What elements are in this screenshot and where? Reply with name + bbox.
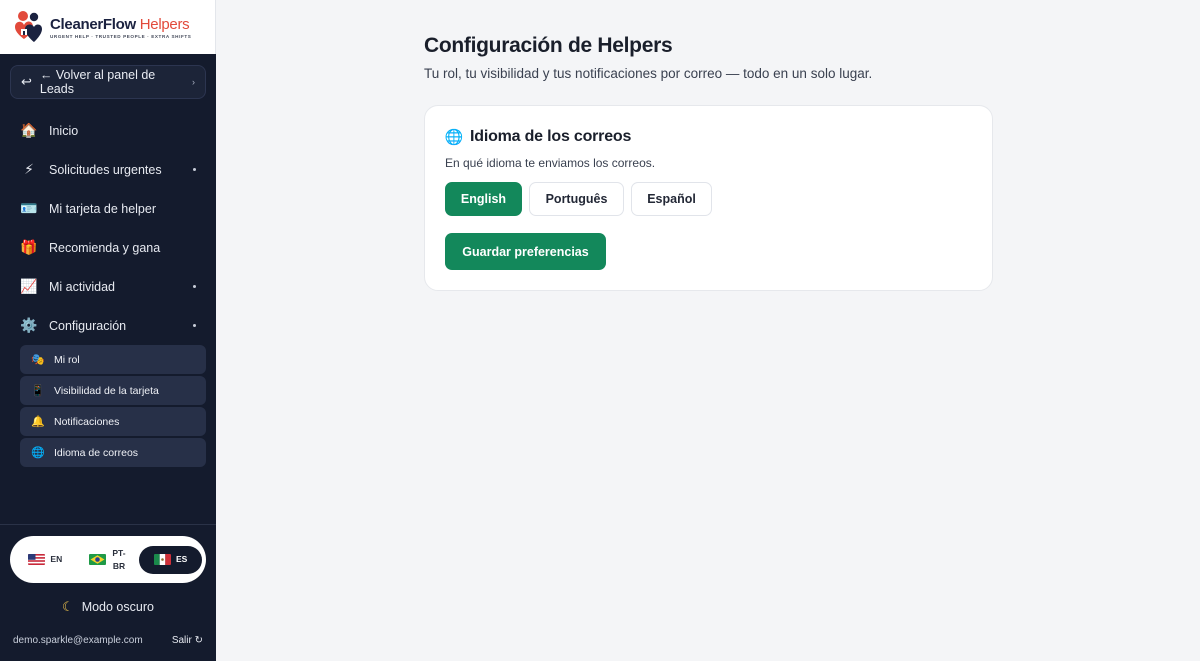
sidebar: CleanerFlow Helpers URGENT HELP · TRUSTE…	[0, 0, 216, 661]
sidebar-item-mi-actividad[interactable]: 📈 Mi actividad	[10, 267, 206, 306]
sidebar-item-inicio[interactable]: 🏠 Inicio	[10, 111, 206, 150]
sidebar-item-label: Inicio	[49, 123, 79, 138]
language-switcher: EN PT-BR ES	[10, 536, 206, 583]
sidebar-item-recomienda[interactable]: 🎁 Recomienda y gana	[10, 228, 206, 267]
brand-tagline: URGENT HELP · TRUSTED PEOPLE · EXTRA SHI…	[50, 33, 192, 39]
card-header: 🌐 Idioma de los correos	[444, 128, 632, 146]
moon-icon: ☾	[62, 599, 74, 614]
sidebar-item-mi-tarjeta[interactable]: 🪪 Mi tarjeta de helper	[10, 189, 206, 228]
save-preferences-button[interactable]: Guardar preferencias	[445, 233, 606, 270]
chevron-right-icon: ›	[192, 77, 195, 87]
subitem-label: Visibilidad de la tarjeta	[54, 384, 159, 397]
language-code: PT-BR	[112, 548, 126, 571]
house-icon: 🏠	[20, 122, 38, 138]
role-icon: 🎭	[31, 354, 45, 366]
language-code: EN	[50, 554, 63, 565]
subitem-visibilidad[interactable]: 📱 Visibilidad de la tarjeta	[20, 376, 206, 405]
chart-icon: 📈	[20, 278, 38, 294]
dark-mode-toggle[interactable]: ☾ Modo oscuro	[0, 597, 216, 617]
sidebar-divider	[0, 524, 216, 525]
phone-icon: 📱	[31, 385, 45, 397]
globe-icon: 🌐	[31, 447, 45, 459]
dark-mode-label: Modo oscuro	[81, 600, 154, 614]
subitem-mi-rol[interactable]: 🎭 Mi rol	[20, 345, 206, 374]
language-code: ES	[176, 554, 188, 565]
sidebar-item-label: Solicitudes urgentes	[49, 162, 162, 177]
globe-icon: 🌐	[444, 129, 464, 146]
card-description: En qué idioma te enviamos los correos.	[445, 156, 656, 170]
logo-icon	[15, 11, 42, 42]
us-flag-icon	[28, 554, 46, 565]
sidebar-item-label: Recomienda y gana	[49, 240, 161, 255]
brand-logo[interactable]: CleanerFlow Helpers URGENT HELP · TRUSTE…	[0, 0, 216, 54]
sidebar-item-label: Mi tarjeta de helper	[49, 201, 157, 216]
return-arrow-icon: ↩	[21, 74, 32, 89]
subitem-label: Notificaciones	[54, 415, 120, 428]
option-english-button[interactable]: English	[445, 182, 522, 216]
sidebar-nav: 🏠 Inicio ⚡ Solicitudes urgentes 🪪 Mi tar…	[10, 111, 206, 345]
submenu-dot-icon	[193, 324, 196, 327]
sidebar-item-label: Configuración	[49, 318, 127, 333]
back-to-leads-label: ← Volver al panel de Leads	[39, 68, 156, 96]
mx-flag-icon	[154, 554, 171, 565]
logout-button[interactable]: Salir ↻	[172, 635, 203, 646]
subitem-label: Idioma de correos	[54, 446, 139, 459]
br-flag-icon	[89, 554, 106, 565]
user-email: demo.sparkle@example.com	[13, 634, 143, 646]
brand-name: CleanerFlow Helpers	[50, 15, 190, 33]
bell-icon: 🔔	[31, 416, 45, 428]
sidebar-item-solicitudes-urgentes[interactable]: ⚡ Solicitudes urgentes	[10, 150, 206, 189]
card-title: Idioma de los correos	[470, 128, 632, 145]
lightning-icon: ⚡	[24, 161, 34, 177]
option-espanol-button[interactable]: Español	[631, 182, 712, 216]
gear-icon: ⚙️	[20, 317, 38, 333]
user-row: demo.sparkle@example.com Salir ↻	[13, 632, 203, 648]
page-title: Configuración de Helpers	[424, 34, 673, 57]
language-options: English Português Español	[445, 182, 719, 216]
language-option-pt-br[interactable]: PT-BR	[77, 546, 140, 574]
subitem-idioma-correos[interactable]: 🌐 Idioma de correos	[20, 438, 206, 467]
submenu-dot-icon	[193, 285, 196, 288]
sidebar-item-configuracion[interactable]: ⚙️ Configuración	[10, 306, 206, 345]
sidebar-item-label: Mi actividad	[49, 279, 115, 294]
submenu-dot-icon	[193, 168, 196, 171]
language-option-es[interactable]: ES	[139, 545, 203, 574]
id-card-icon: 🪪	[20, 200, 38, 216]
gift-icon: 🎁	[20, 239, 38, 255]
email-language-card: 🌐 Idioma de los correos En qué idioma te…	[424, 105, 993, 291]
option-portugues-button[interactable]: Português	[529, 182, 624, 216]
page-subtitle: Tu rol, tu visibilidad y tus notificacio…	[424, 66, 873, 81]
language-option-en[interactable]: EN	[14, 546, 77, 574]
back-to-leads-button[interactable]: ↩ ← Volver al panel de Leads ›	[10, 65, 206, 99]
configuracion-submenu: 🎭 Mi rol 📱 Visibilidad de la tarjeta 🔔 N…	[20, 345, 206, 469]
subitem-label: Mi rol	[54, 353, 80, 366]
subitem-notificaciones[interactable]: 🔔 Notificaciones	[20, 407, 206, 436]
